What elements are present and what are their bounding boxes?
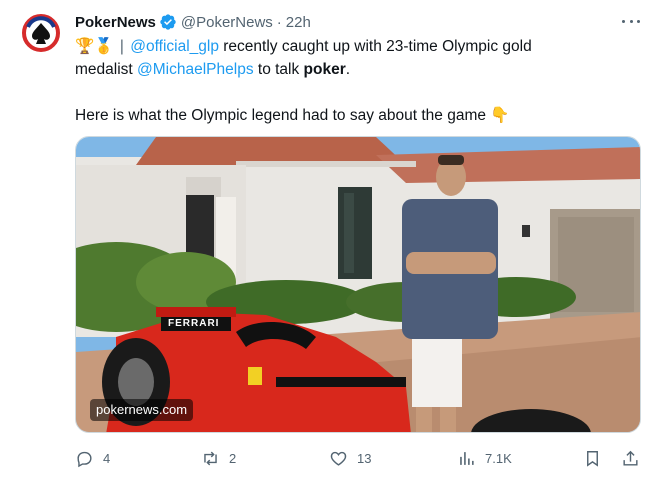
repost-count: 2 (229, 450, 237, 466)
display-name[interactable]: PokerNews (75, 14, 156, 31)
repost-icon (204, 451, 217, 465)
like-button[interactable]: 13 (329, 446, 371, 470)
tweet-media-image[interactable]: FERRARI pokernews.com (75, 136, 641, 433)
reply-count: 4 (103, 450, 111, 466)
text-segment: . (345, 61, 351, 78)
mention-official-glp[interactable]: @official_glp (130, 38, 219, 55)
heart-icon (330, 451, 347, 466)
tweet-header: PokerNews @PokerNews · 22h (75, 12, 311, 32)
emoji-trophy-medal: 🏆🥇 (75, 38, 114, 55)
pokernews-logo-icon (21, 13, 61, 53)
car-wing-text: FERRARI (168, 318, 219, 329)
text-segment: to talk (253, 61, 304, 78)
mention-michael-phelps[interactable]: @MichaelPhelps (137, 61, 254, 78)
tweet-text: 🏆🥇 | @official_glp recently caught up wi… (75, 35, 635, 127)
reply-icon (77, 451, 92, 467)
text-segment: medalist (75, 61, 138, 78)
verified-badge-icon (160, 14, 176, 30)
view-count: 7.1K (485, 450, 512, 466)
photo-scene: FERRARI (76, 137, 640, 432)
text-bold-poker: poker (303, 61, 346, 78)
like-count: 13 (357, 450, 372, 466)
tweet-text-line-1: 🏆🥇 | @official_glp recently caught up wi… (75, 35, 635, 58)
views-button[interactable]: 7.1K (457, 446, 512, 470)
handle[interactable]: @PokerNews (181, 14, 273, 31)
text-segment: recently caught up with 23-time Olympic … (218, 38, 532, 55)
share-button[interactable] (621, 446, 640, 470)
image-watermark: pokernews.com (90, 399, 194, 421)
separator-dot: · (276, 13, 282, 31)
views-chart-icon (460, 451, 474, 465)
repost-button[interactable]: 2 (201, 446, 236, 470)
action-bar: 4 2 13 7.1K (75, 446, 645, 470)
text-separator: | (119, 38, 124, 55)
tweet[interactable]: PokerNews @PokerNews · 22h 🏆🥇 | @officia… (0, 0, 657, 478)
timestamp[interactable]: 22h (286, 14, 311, 31)
tweet-text-line-3: Here is what the Olympic legend had to s… (75, 107, 510, 124)
more-options-icon[interactable] (620, 14, 642, 28)
share-icon (623, 450, 638, 466)
bookmark-button[interactable] (583, 446, 602, 470)
avatar[interactable] (21, 13, 61, 53)
reply-button[interactable]: 4 (75, 446, 110, 470)
tweet-text-line-2: medalist @MichaelPhelps to talk poker. (75, 58, 635, 81)
bookmark-icon (587, 450, 598, 467)
